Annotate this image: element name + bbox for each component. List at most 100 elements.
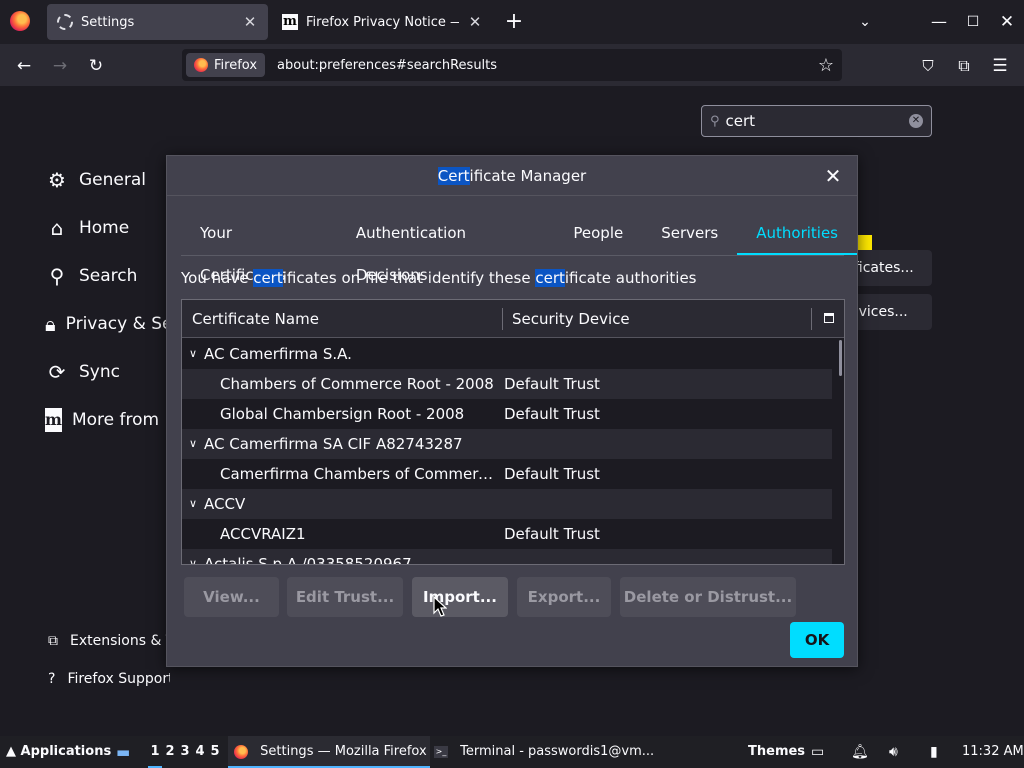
mouse-pointer-icon [433,596,447,617]
menu-icon[interactable]: ☰ [986,52,1014,80]
tab-authorities[interactable]: Authorities [737,212,857,255]
category-label: Home [79,218,130,238]
firefox-icon [194,58,208,72]
clear-search-icon[interactable]: ✕ [909,114,923,128]
minimize-icon[interactable]: — [925,8,953,36]
tab-privacy-notice[interactable]: m Firefox Privacy Notice — Mozi ✕ [272,4,493,40]
certificate-name: Camerfirma Chambers of Commerce ... [220,465,500,483]
tree-row[interactable]: ACCVRAIZ1 Default Trust [182,519,832,549]
bookmark-star-icon[interactable]: ☆ [818,55,834,76]
search-value: cert [725,112,756,130]
firefox-support-link[interactable]: ? Firefox Support [48,671,170,687]
category-label: General [79,170,146,190]
close-window-icon[interactable]: ✕ [993,8,1021,36]
chevron-down-icon[interactable]: ∨ [189,549,197,564]
tree-row[interactable]: ∨ ACCV [182,489,832,519]
category-more-from-mozilla[interactable]: m More from M [45,404,170,436]
list-all-tabs-icon[interactable]: ⌄ [851,8,879,36]
tab-people[interactable]: People [554,212,642,254]
category-home[interactable]: ⌂ Home [45,212,170,244]
view-button[interactable]: View... [184,577,279,617]
edit-trust-button[interactable]: Edit Trust... [287,577,403,617]
maximize-icon[interactable]: ☐ [959,8,987,36]
tree-scrollbar[interactable] [839,340,842,376]
help-icon: ? [48,671,56,687]
category-general[interactable]: ⚙ General [45,164,170,196]
settings-search-input[interactable]: ⚲ cert ✕ [701,105,932,137]
security-devices-button[interactable]: evices... [850,294,932,330]
column-certificate-name[interactable]: Certificate Name [192,300,319,338]
taskbar-window-firefox[interactable]: Settings — Mozilla Firefox [228,736,430,768]
navigation-toolbar: ← → ↻ Firefox about:preferences#searchRe… [0,44,1024,86]
desc-highlight: cert [535,269,565,287]
column-security-device[interactable]: Security Device [512,300,630,338]
workspace-2[interactable]: 2 [163,736,177,768]
security-device: Default Trust [504,375,600,393]
ok-button[interactable]: OK [790,622,844,658]
home-icon: ⌂ [50,216,64,240]
battery-icon[interactable]: ▮ [930,736,938,768]
column-splitter[interactable] [502,308,503,330]
workspace-1[interactable]: 1 [148,736,162,768]
chevron-down-icon[interactable]: ∨ [189,339,197,369]
notifications-bell-icon[interactable]: 🔔︎ [851,736,869,768]
tab-servers[interactable]: Servers [642,212,737,254]
workspace-4[interactable]: 4 [193,736,207,768]
terminal-icon: >_ [434,745,448,758]
delete-or-distrust-button[interactable]: Delete or Distrust... [620,577,796,617]
close-dialog-icon[interactable]: ✕ [821,164,845,188]
volume-icon[interactable]: 🔊︎ [889,736,898,768]
mozilla-m-icon: m [45,408,62,432]
extensions-themes-link[interactable]: ⧉ Extensions & T [48,633,170,649]
pocket-icon[interactable]: ⛉ [914,52,942,80]
certificate-name: ACCV [204,495,246,513]
url-bar[interactable]: Firefox about:preferences#searchResults … [182,49,842,81]
tab-authentication-decisions[interactable]: Authentication Decisions [337,212,554,284]
chevron-down-icon[interactable]: ∨ [189,489,197,519]
tab-your-certificates[interactable]: Your Certificates [181,212,337,284]
gear-icon [57,14,73,30]
mozilla-m-icon: m [282,14,298,30]
folder-icon[interactable]: ▬ [116,736,130,768]
display-icon[interactable]: ▭ [811,736,824,768]
workspace-5[interactable]: 5 [208,736,222,768]
tab-settings[interactable]: Settings ✕ [47,4,268,40]
back-icon[interactable]: ← [10,52,38,80]
chevron-down-icon[interactable]: ∨ [189,429,197,459]
category-search[interactable]: ⚲ Search [45,260,170,292]
identity-label: Firefox [214,57,258,73]
import-button[interactable]: Import... [412,577,508,617]
category-privacy[interactable]: 🔒︎ Privacy & Se [45,308,170,340]
view-certificates-button[interactable]: ificates... [850,250,932,286]
category-sync[interactable]: ⟳ Sync [45,356,170,388]
column-picker-icon[interactable] [824,313,834,323]
url-text[interactable]: about:preferences#searchResults [277,58,818,73]
certificate-name: AC Camerfirma SA CIF A82743287 [204,435,463,453]
certificate-tree[interactable]: Certificate Name Security Device ∨ AC Ca… [181,299,845,565]
reload-icon[interactable]: ↻ [82,52,110,80]
tree-row[interactable]: Camerfirma Chambers of Commerce ... Defa… [182,459,832,489]
certificate-manager-dialog: Certificate Manager ✕ Your Certificates … [166,155,858,667]
tree-row[interactable]: Chambers of Commerce Root - 2008 Default… [182,369,832,399]
taskbar-window-terminal[interactable]: >_ Terminal - passwordis1@vm... [434,736,654,768]
tree-row[interactable]: ∨ Actalis S.p.A./03358520967 [182,549,832,564]
identity-box[interactable]: Firefox [186,53,266,77]
close-tab-icon[interactable]: ✕ [242,13,258,31]
applications-label: Applications [20,744,112,759]
new-tab-icon[interactable]: + [500,8,528,36]
column-splitter[interactable] [811,308,812,330]
tree-row[interactable]: Global Chambersign Root - 2008 Default T… [182,399,832,429]
firefox-view-icon[interactable] [10,11,30,31]
close-tab-icon[interactable]: ✕ [467,13,483,31]
desc-text: ificates on file that identify these [282,269,536,287]
extensions-icon[interactable]: ⧉ [950,52,978,80]
certificate-name: ACCVRAIZ1 [220,525,306,543]
tree-row[interactable]: ∨ AC Camerfirma SA CIF A82743287 [182,429,832,459]
workspace-3[interactable]: 3 [178,736,192,768]
export-button[interactable]: Export... [517,577,611,617]
forward-icon[interactable]: → [46,52,74,80]
tree-row[interactable]: ∨ AC Camerfirma S.A. [182,339,832,369]
clock[interactable]: 11:32 AM [962,736,1024,768]
themes-button[interactable]: Themes [748,736,805,768]
applications-menu[interactable]: ▲ Applications [6,736,111,768]
